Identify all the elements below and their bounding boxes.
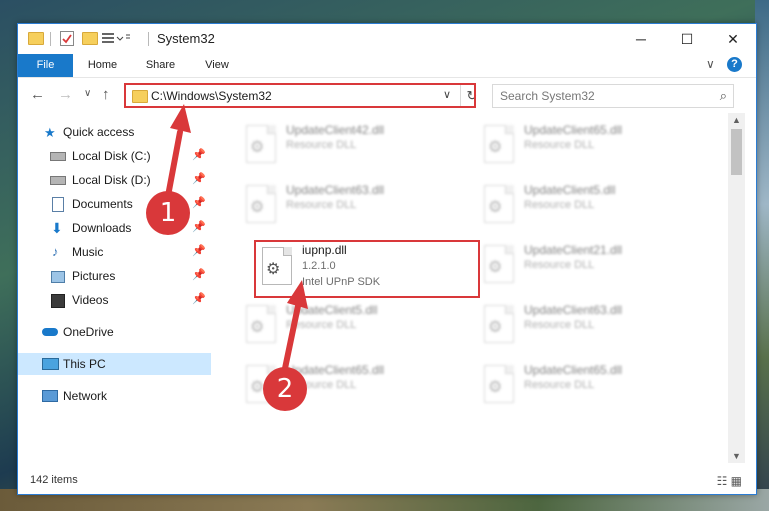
step-2-badge: 2 xyxy=(263,367,307,411)
step-1-badge: 1 xyxy=(146,191,190,235)
annotation-arrows xyxy=(165,104,308,381)
